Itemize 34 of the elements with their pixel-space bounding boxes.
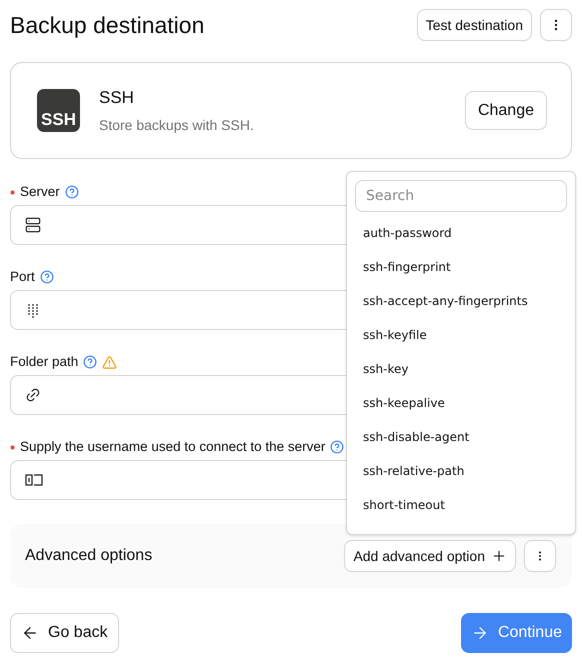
ssh-logo: SSH (37, 89, 80, 132)
help-icon[interactable] (83, 355, 98, 369)
field-label: Port (10, 268, 35, 286)
dropdown-item[interactable]: ssh-key (355, 352, 567, 386)
page-title: Backup destination (10, 10, 204, 40)
dropdown-item[interactable]: short-timeout (355, 488, 567, 522)
dropdown-item[interactable]: auth-password (355, 216, 567, 250)
destination-name: SSH (99, 87, 135, 110)
plus-icon (491, 548, 507, 564)
test-destination-button[interactable]: Test destination (416, 9, 532, 41)
more-button[interactable] (524, 540, 556, 572)
field-label: Folder path (10, 352, 78, 371)
dropdown-item[interactable]: ssh-keepalive (355, 386, 567, 420)
dropdown-item[interactable]: ssh-keyfile (355, 318, 567, 352)
help-icon[interactable] (64, 185, 79, 199)
more-button[interactable] (540, 9, 572, 41)
change-button[interactable]: Change (464, 91, 547, 130)
destination-description: Store backups with SSH. (99, 116, 255, 135)
help-icon[interactable] (330, 440, 344, 454)
dropdown-item[interactable]: ssh-disable-agent (355, 420, 567, 454)
id-card-icon (25, 473, 43, 487)
keypad-icon (25, 302, 41, 318)
dropdown-item[interactable]: ssh-accept-any-fingerprints (355, 284, 567, 318)
continue-button[interactable]: Continue (460, 613, 572, 653)
go-back-button[interactable]: Go back (10, 613, 119, 653)
add-advanced-option-button[interactable]: Add advanced option (344, 540, 516, 572)
field-label: Server (20, 182, 60, 201)
dropdown-item[interactable]: ssh-relative-path (355, 454, 567, 488)
server-icon (25, 217, 41, 233)
help-icon[interactable] (40, 270, 54, 284)
search-field[interactable]: Search (355, 180, 567, 212)
field-label: Supply the username used to connect to the server (20, 438, 326, 456)
dropdown-item[interactable]: ssh-fingerprint (355, 250, 567, 284)
advanced-options-title: Advanced options (25, 546, 152, 566)
